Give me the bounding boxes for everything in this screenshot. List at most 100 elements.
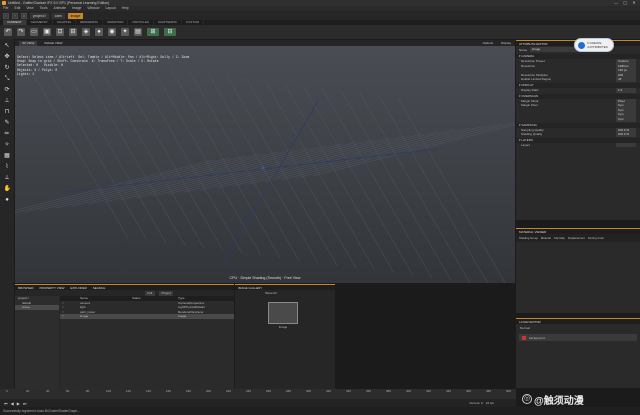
- snap-icon[interactable]: ⊓: [4, 109, 11, 116]
- forward-icon[interactable]: ›: [12, 12, 18, 19]
- breadcrumb-cam[interactable]: cam: [51, 12, 65, 19]
- tab-explorer[interactable]: EXPLORER: [70, 286, 86, 290]
- watermark-icon: ◎: [522, 394, 532, 404]
- move-icon[interactable]: ✥: [4, 54, 11, 61]
- undo-icon[interactable]: ↶: [4, 28, 12, 36]
- timeline-tick: 220: [226, 389, 232, 393]
- eyedropper-icon[interactable]: ⌇: [4, 164, 11, 171]
- timeline-tick: 60: [66, 389, 70, 393]
- home-icon[interactable]: ⌂: [21, 12, 27, 19]
- hand-icon[interactable]: ✋: [4, 186, 11, 193]
- tree-item-scene[interactable]: scene: [15, 305, 59, 310]
- save-icon[interactable]: ▣: [43, 28, 51, 36]
- layer-editor: LAYER EDITOR Normal background: [516, 318, 640, 388]
- material-viewer: MATERIAL VIEWER Shading Group Material C…: [516, 228, 640, 313]
- timeline-tick: 200: [206, 389, 212, 393]
- transform-icon[interactable]: ⟳: [4, 87, 11, 94]
- viewport-mode-label: CPU · Simple Shading (Smooth) · Free Vie…: [229, 276, 301, 280]
- timeline[interactable]: 0 20 40 60 80 100 120 140 160 180 200 220 240 260 280 3…: [0, 389, 516, 399]
- playback-controls: ⏮ ◀ ▶ ⏭ Current: 0 24 fps: [0, 399, 516, 407]
- timeline-tick: 400: [406, 389, 412, 393]
- layer-name: background: [529, 335, 545, 340]
- status-bar: Successfully registered class libCluster…: [0, 407, 640, 415]
- breadcrumb-current[interactable]: image: [67, 12, 84, 19]
- z-axis-line: [221, 100, 319, 267]
- origin-point: [261, 166, 265, 170]
- viewport-options[interactable]: Options: [483, 41, 493, 45]
- 3d-viewport[interactable]: [15, 40, 515, 283]
- last-frame-icon[interactable]: ⏭: [23, 401, 27, 406]
- timeline-tick: 460: [466, 389, 472, 393]
- name-label: Name: [519, 47, 528, 52]
- pivot-icon[interactable]: ⊥: [4, 98, 11, 105]
- back-icon[interactable]: ‹: [3, 12, 9, 19]
- tab-3d-view[interactable]: 3D VIEW: [19, 40, 38, 46]
- attribute-value[interactable]: [616, 142, 636, 148]
- column-header[interactable]: Clip Map: [554, 236, 565, 240]
- breadcrumb-root[interactable]: project:/: [30, 12, 49, 19]
- sphere-icon[interactable]: ●: [95, 28, 103, 36]
- ground-grid: [15, 47, 515, 283]
- context-bar: ‹ › ⌂ project:/ cam image: [0, 11, 640, 20]
- tab-property-view[interactable]: PROPERTY VIEW: [40, 286, 65, 290]
- timeline-tick: 300: [306, 389, 312, 393]
- cube-icon[interactable]: ◈: [82, 28, 90, 36]
- x-axis-line: [64, 147, 446, 193]
- panel-title: MATERIAL VIEWER: [519, 229, 547, 234]
- light-icon[interactable]: ✦: [121, 28, 129, 36]
- attribute-value[interactable]: 0 px: [616, 116, 636, 122]
- column-header[interactable]: Shading Group: [519, 236, 538, 240]
- attribute-value[interactable]: 1.0: [616, 87, 636, 93]
- new-scene-icon[interactable]: ▭: [30, 28, 38, 36]
- column-header[interactable]: Displacement: [568, 236, 585, 240]
- table-rows: ○ camera CameraPerspective ○ light LightPhysi…: [60, 301, 234, 319]
- lock-open-icon[interactable]: ⊟: [69, 28, 77, 36]
- badge-line: 4 ATTRIBUTES: [587, 45, 608, 50]
- attribute-label: Display Ratio: [521, 87, 539, 92]
- grid-icon[interactable]: ▦: [4, 153, 11, 160]
- brush-icon[interactable]: ✏: [4, 131, 11, 138]
- progressive-render-icon[interactable]: ⊟: [164, 28, 176, 36]
- lock-icon[interactable]: ⊡: [56, 28, 64, 36]
- render-icon[interactable]: ▤: [134, 28, 142, 36]
- rotate-icon[interactable]: ↻: [4, 65, 11, 72]
- watermark-text: @触须动漫: [534, 396, 584, 407]
- play-icon[interactable]: ▶: [17, 401, 20, 406]
- timeline-tick: 40: [46, 389, 50, 393]
- render-region-icon[interactable]: ⊞: [147, 28, 159, 36]
- play-back-icon[interactable]: ◀: [11, 401, 14, 406]
- measure-icon[interactable]: ⟂: [4, 175, 11, 182]
- redo-icon[interactable]: ↷: [17, 28, 25, 36]
- tab-image-view[interactable]: IMAGE VIEW: [41, 41, 65, 46]
- camera-icon[interactable]: ◉: [108, 28, 116, 36]
- panel-title: IMAGE GALLERY: [238, 285, 263, 290]
- attribute-value[interactable]: off: [616, 77, 636, 82]
- column-header[interactable]: Sorting Color: [588, 236, 604, 240]
- attribute-row: Display Ratio 1.0: [516, 87, 640, 93]
- select-icon[interactable]: ↖: [4, 43, 11, 50]
- table-cell: [132, 314, 178, 319]
- attribute-value[interactable]: 100.0 %: [616, 132, 636, 137]
- timeline-tick: 80: [86, 389, 90, 393]
- color-picker-icon[interactable]: ●: [4, 197, 11, 204]
- current-frame[interactable]: Current: 0: [469, 401, 482, 405]
- attribute-label: Layers: [521, 142, 531, 147]
- layer-color-icon: [522, 335, 526, 340]
- first-frame-icon[interactable]: ⏮: [4, 401, 8, 406]
- viewport-display[interactable]: Display: [501, 41, 511, 45]
- items-table: Name Status Type ○ camera CameraPerspectiv…: [60, 296, 234, 389]
- scale-icon[interactable]: ⤡: [4, 76, 11, 83]
- column-header[interactable]: Material: [541, 236, 551, 240]
- image-thumbnail[interactable]: [268, 302, 298, 324]
- timeline-tick: 0: [6, 389, 8, 393]
- gallery-filter[interactable]: Show All: [235, 290, 335, 296]
- tab-search[interactable]: SEARCH: [93, 286, 106, 290]
- blend-mode-select[interactable]: Normal: [516, 324, 640, 332]
- scatter-icon[interactable]: ✧: [4, 142, 11, 149]
- fps-value[interactable]: 24 fps: [486, 401, 494, 405]
- tab-browser[interactable]: BROWSER: [18, 286, 34, 290]
- timeline-tick: 120: [126, 389, 132, 393]
- table-row[interactable]: ○ image Image: [60, 314, 234, 319]
- paint-icon[interactable]: ✎: [4, 120, 11, 127]
- layer-row[interactable]: background: [519, 334, 637, 341]
